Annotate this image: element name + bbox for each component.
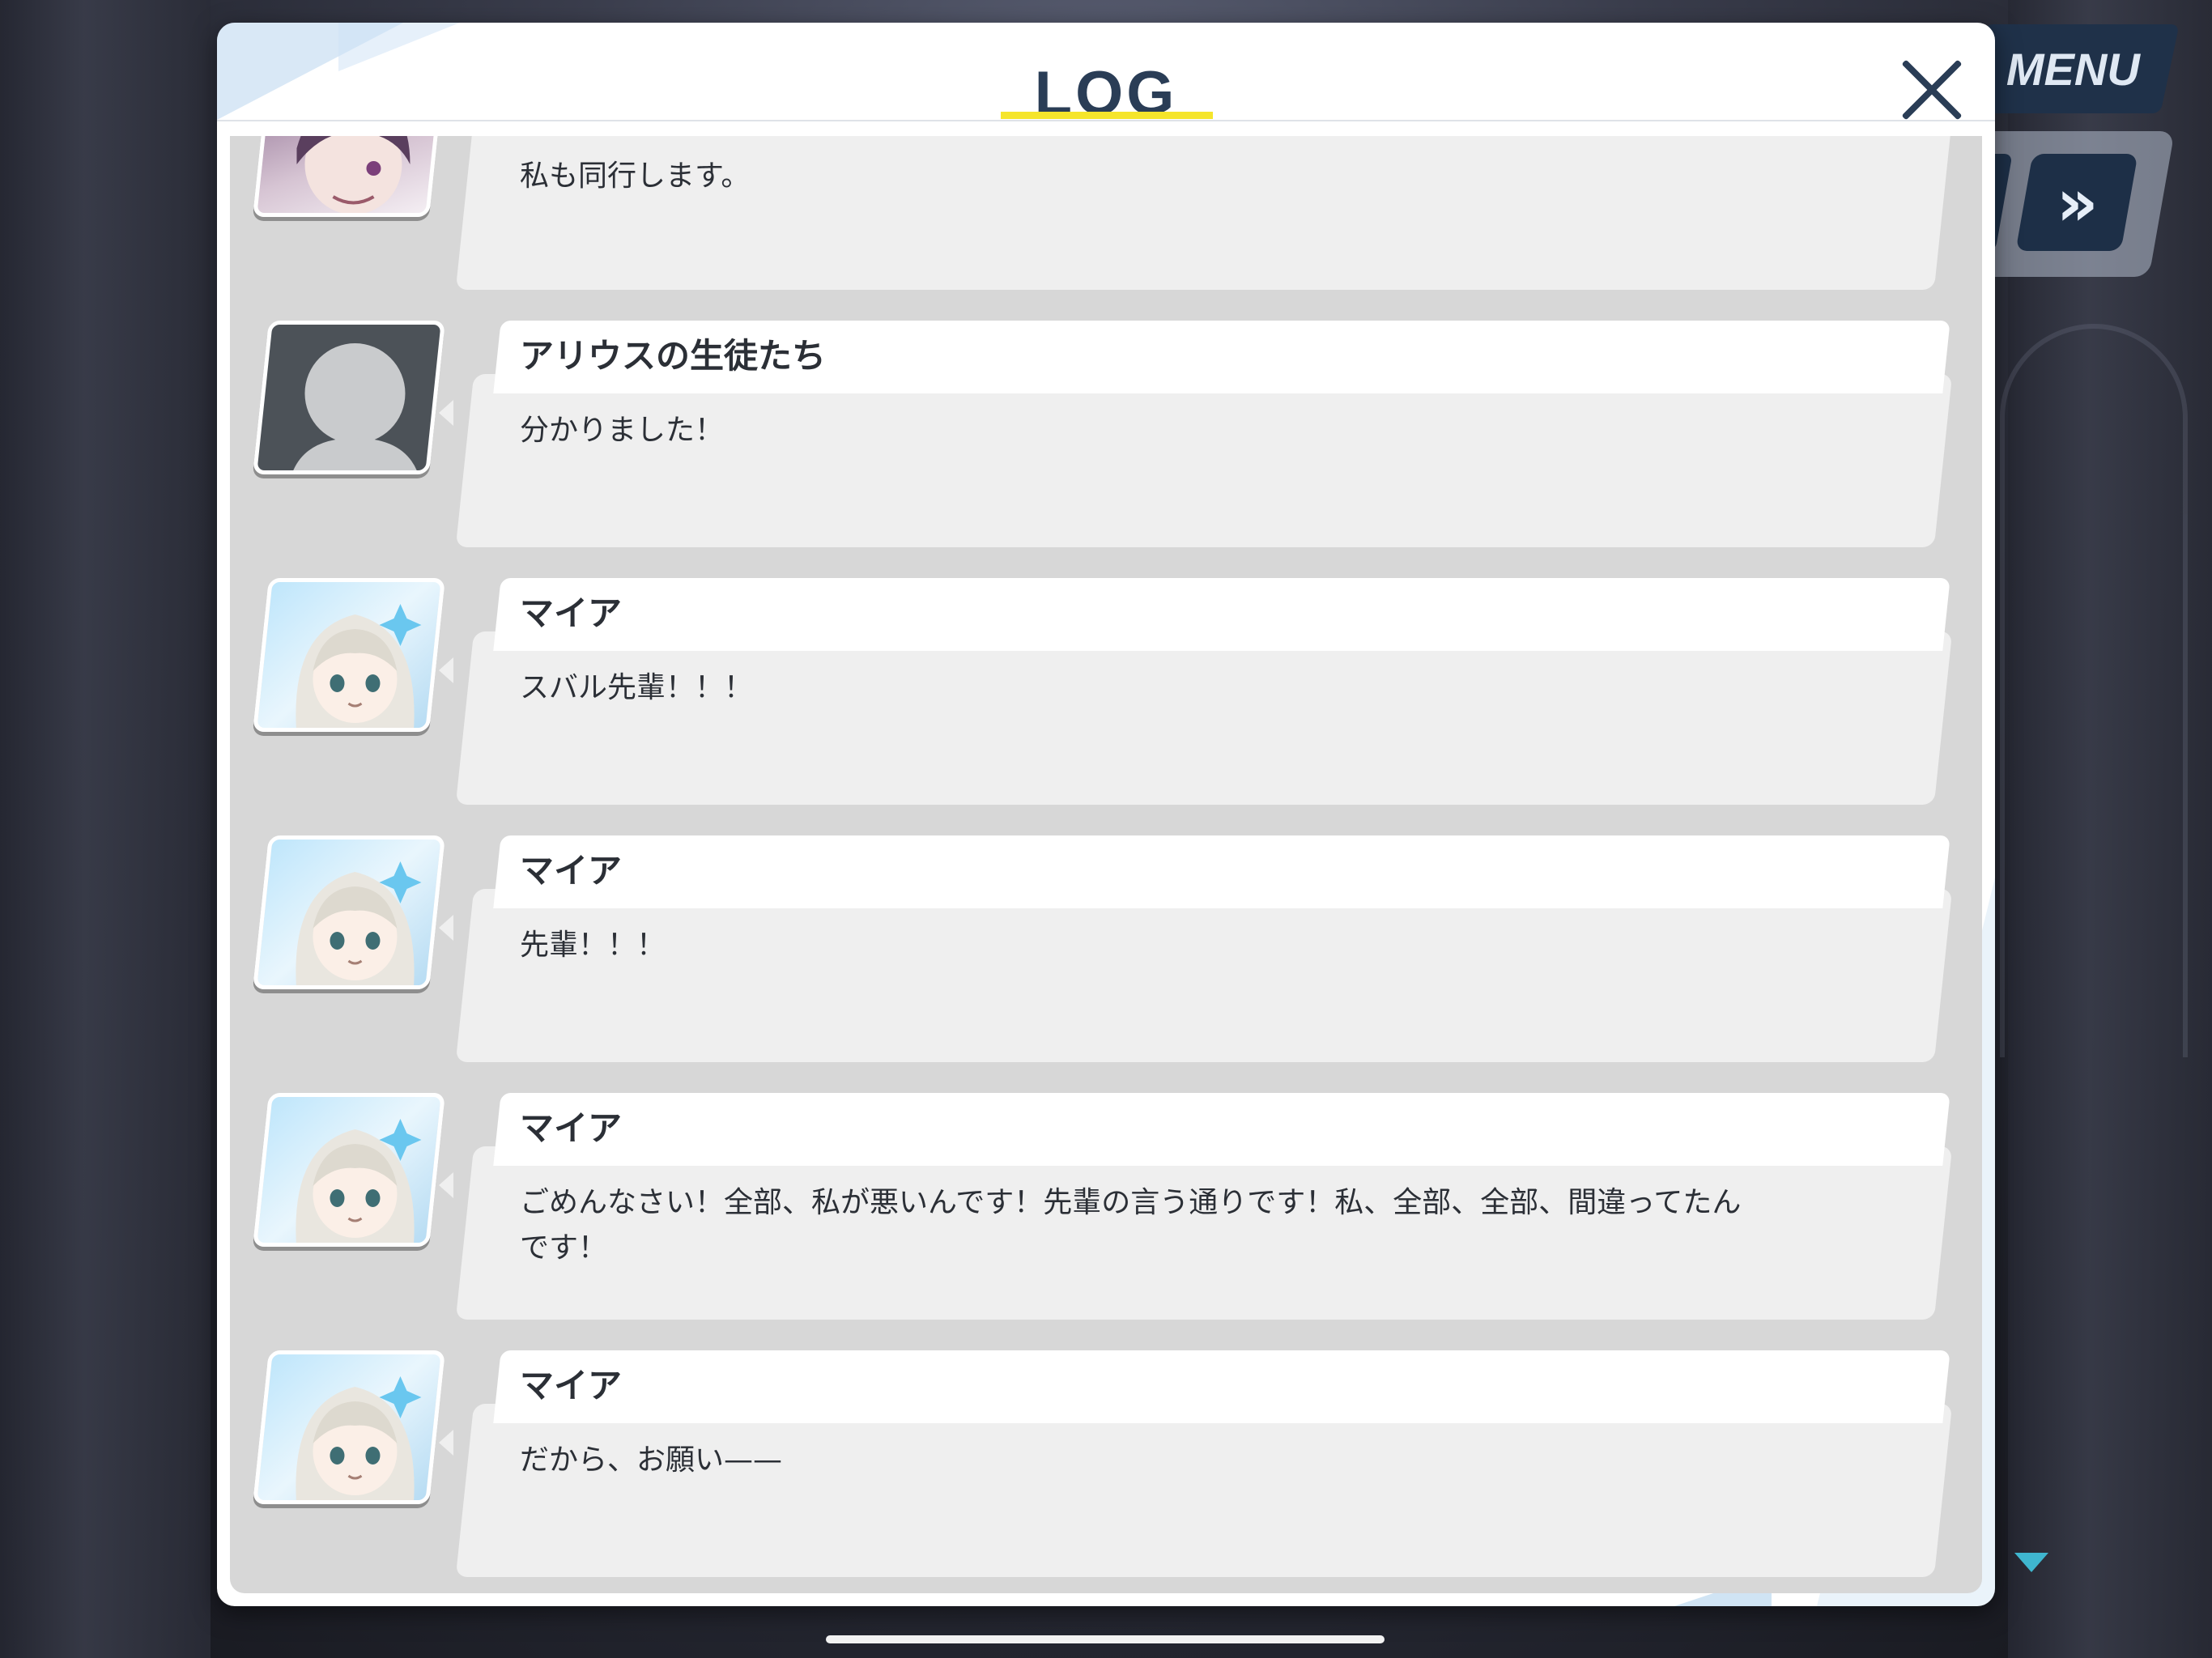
fast-forward-button[interactable]: » (2015, 154, 2138, 251)
message-box (455, 374, 1953, 547)
message-box (455, 889, 1953, 1062)
message-text: だから、お願い—— (520, 1443, 783, 1477)
maia-portrait-icon (296, 604, 422, 732)
avatar (253, 578, 445, 732)
name-bar (493, 578, 1950, 651)
avatar (253, 1350, 445, 1504)
message-text: 分かりました！ (520, 414, 725, 447)
person-silhouette-icon (288, 343, 422, 474)
log-entry: マイア スバル先輩！！！ (230, 570, 1982, 813)
close-icon[interactable] (1896, 53, 1969, 126)
bubble-tail (439, 1430, 453, 1456)
maia-portrait-icon (296, 861, 422, 989)
bubble-tail (439, 400, 453, 426)
message-box (455, 631, 1953, 805)
message-text: ごめんなさい！全部、私が悪いんです！先輩の言う通りです！私、全部、全部、間違って… (520, 1186, 1742, 1265)
log-entry: マイア 先輩！！！ (230, 827, 1982, 1070)
character-portrait-icon (296, 136, 410, 215)
log-entry: 私も同行します。 (230, 136, 1982, 298)
speaker-name: アリウスの生徒たち (520, 336, 827, 376)
speaker-name: マイア (520, 851, 623, 891)
maia-portrait-icon (296, 1376, 422, 1504)
message-box (455, 1404, 1953, 1577)
avatar (253, 1093, 445, 1247)
speaker-name: マイア (520, 593, 623, 633)
bubble-tail (439, 1172, 453, 1198)
log-entry: アリウスの生徒たち 分かりました！ (230, 312, 1982, 555)
name-bar (493, 835, 1950, 908)
name-bar (493, 1093, 1950, 1166)
header-divider (217, 120, 1995, 121)
maia-portrait-icon (296, 1119, 422, 1247)
background-arch (2000, 324, 2188, 1057)
fast-forward-icon: » (2057, 164, 2084, 240)
log-list[interactable]: 私も同行します。 アリウスの生徒たち 分かりました！ マイア スバル先輩！！！ … (230, 136, 1982, 1593)
bubble-tail (439, 915, 453, 941)
home-indicator[interactable] (826, 1635, 1385, 1643)
message-text: 私も同行します。 (520, 159, 751, 193)
message-text: スバル先輩！！！ (520, 671, 754, 704)
avatar (253, 321, 445, 474)
menu-button[interactable]: MENU (1966, 24, 2180, 113)
title-underline (1001, 112, 1213, 119)
scroll-down-icon[interactable] (2014, 1553, 2048, 1572)
name-bar (493, 1350, 1950, 1423)
avatar (253, 835, 445, 989)
log-dialog: LOG 私も同行します。 アリウスの生徒たち 分かりました！ マイア スバル先輩… (217, 23, 1995, 1606)
message-text: 先輩！！！ (520, 929, 666, 962)
background-pillar-left (0, 0, 211, 1658)
log-entry: マイア だから、お願い—— (230, 1342, 1982, 1585)
bubble-tail (439, 657, 453, 683)
log-entry: マイア ごめんなさい！全部、私が悪いんです！先輩の言う通りです！私、全部、全部、… (230, 1085, 1982, 1328)
speaker-name: マイア (520, 1366, 623, 1405)
menu-label: MENU (2006, 43, 2140, 95)
avatar (253, 136, 445, 217)
speaker-name: マイア (520, 1108, 623, 1148)
